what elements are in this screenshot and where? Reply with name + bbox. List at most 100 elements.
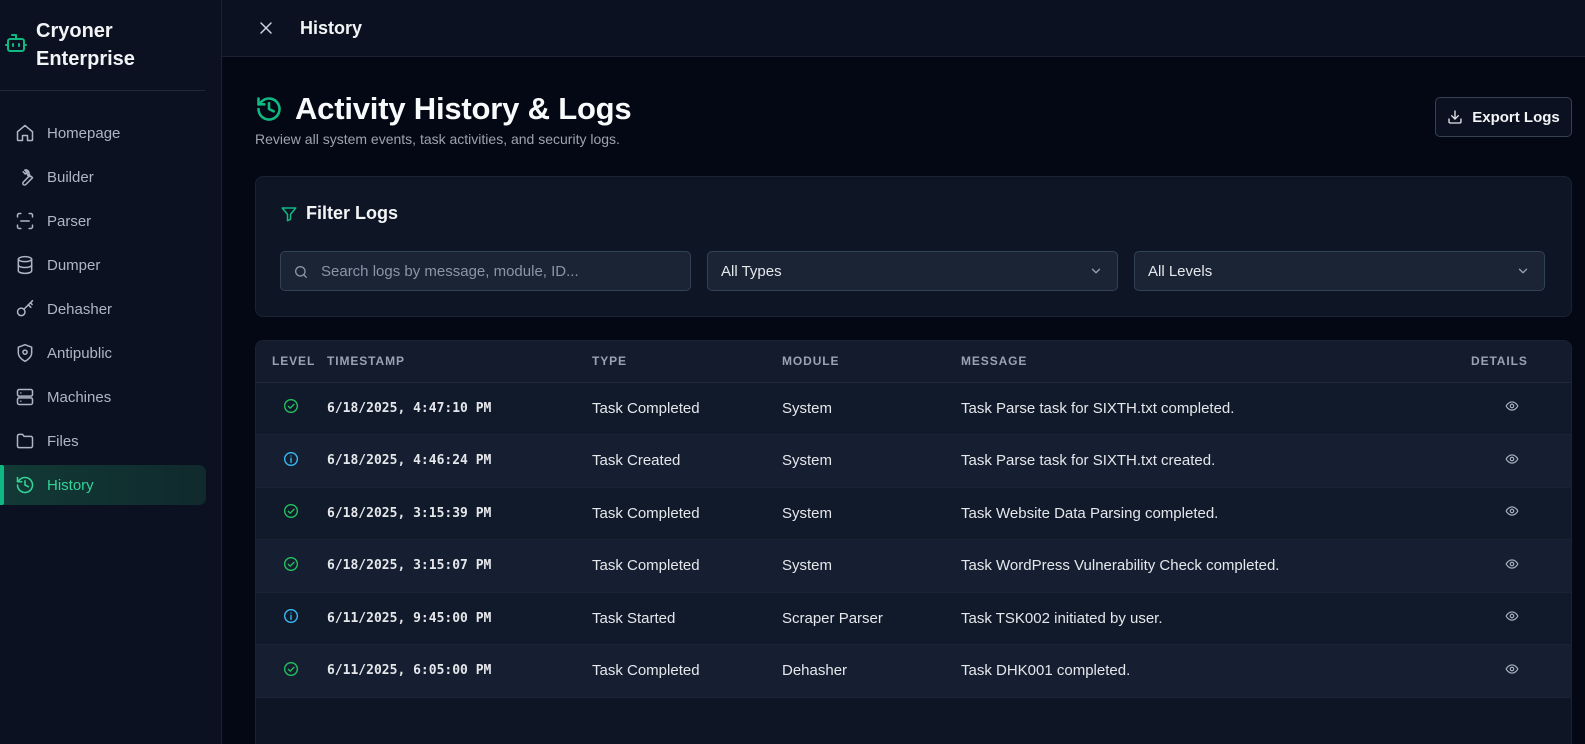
timestamp-cell: 6/18/2025, 4:47:10 PM — [327, 400, 492, 416]
type-select-value: All Types — [721, 262, 782, 280]
eye-icon[interactable] — [1505, 504, 1519, 518]
eye-icon[interactable] — [1505, 557, 1519, 571]
bot-icon — [4, 31, 28, 55]
table-row[interactable]: 6/18/2025, 3:15:07 PM Task Completed Sys… — [256, 539, 1571, 593]
shield-icon — [15, 343, 35, 363]
page-title: Activity History & Logs — [295, 91, 632, 126]
type-cell: Task Started — [592, 609, 676, 627]
level-cell — [256, 382, 327, 435]
server-icon — [15, 387, 35, 407]
sidebar-item-label: Dehasher — [47, 300, 113, 318]
type-cell: Task Completed — [592, 557, 700, 575]
details-cell — [1471, 382, 1571, 435]
sidebar-item-label: Builder — [47, 168, 94, 186]
topbar: History — [222, 0, 1585, 57]
sidebar-item-parser[interactable]: Parser — [0, 201, 206, 241]
chevron-down-icon — [1089, 264, 1103, 278]
wrench-icon — [15, 167, 35, 187]
sidebar-item-label: Files — [47, 432, 79, 450]
header-module[interactable]: MODULE — [782, 341, 961, 383]
table-row[interactable]: 6/11/2025, 6:05:00 PM Task Completed Deh… — [256, 644, 1571, 698]
logs-table-card: LEVEL TIMESTAMP TYPE MODULE MESSAGE DETA… — [255, 340, 1572, 744]
page-subtitle: Review all system events, task activitie… — [255, 131, 620, 147]
sidebar-item-homepage[interactable]: Homepage — [0, 113, 206, 153]
sidebar-item-dehasher[interactable]: Dehasher — [0, 289, 206, 329]
export-logs-label: Export Logs — [1472, 108, 1560, 126]
module-cell: System — [782, 557, 833, 575]
level-cell — [256, 435, 327, 488]
info-icon — [283, 608, 299, 624]
timestamp-cell: 6/11/2025, 9:45:00 PM — [327, 610, 492, 626]
info-icon — [283, 451, 299, 467]
history-icon — [15, 475, 35, 495]
module-cell: Dehasher — [782, 662, 848, 680]
home-icon — [15, 123, 35, 143]
timestamp-cell: 6/18/2025, 4:46:24 PM — [327, 453, 492, 469]
eye-icon[interactable] — [1505, 662, 1519, 676]
timestamp-cell: 6/18/2025, 3:15:39 PM — [327, 505, 492, 521]
module-cell: System — [782, 452, 833, 470]
details-cell — [1471, 645, 1571, 698]
type-select[interactable]: All Types — [707, 251, 1118, 291]
main-panel: History Activity History & Logs Review a… — [222, 0, 1585, 744]
level-cell — [256, 540, 327, 593]
eye-icon[interactable] — [1505, 609, 1519, 623]
sidebar-item-files[interactable]: Files — [0, 421, 206, 461]
eye-icon[interactable] — [1505, 399, 1519, 413]
scan-icon — [15, 211, 35, 231]
module-cell: System — [782, 504, 833, 522]
sidebar-item-label: Machines — [47, 388, 112, 406]
table-row[interactable]: 6/18/2025, 4:46:24 PM Task Created Syste… — [256, 434, 1571, 488]
download-icon — [1447, 109, 1463, 125]
sidebar-item-history[interactable]: History — [0, 465, 206, 505]
message-cell: Task WordPress Vulnerability Check compl… — [961, 557, 1280, 575]
brand: Cryoner Enterprise — [0, 0, 205, 91]
message-cell: Task Website Data Parsing completed. — [961, 504, 1219, 522]
sidebar-nav: Homepage Builder Parser Dumper Dehasher … — [0, 91, 221, 505]
logs-table: LEVEL TIMESTAMP TYPE MODULE MESSAGE DETA… — [256, 341, 1571, 698]
chevron-down-icon — [1516, 264, 1530, 278]
level-cell — [256, 592, 327, 645]
header-details: DETAILS — [1471, 341, 1571, 383]
module-cell: System — [782, 399, 833, 417]
filter-icon — [280, 205, 298, 223]
sidebar-item-builder[interactable]: Builder — [0, 157, 206, 197]
details-cell — [1471, 592, 1571, 645]
check-circle-icon — [283, 556, 299, 572]
sidebar-item-label: Dumper — [47, 256, 101, 274]
details-cell — [1471, 540, 1571, 593]
type-cell: Task Completed — [592, 504, 700, 522]
header-level[interactable]: LEVEL — [256, 341, 327, 383]
filter-title-row: Filter Logs — [280, 203, 1547, 224]
page-content: Activity History & Logs Review all syste… — [222, 57, 1585, 744]
table-row[interactable]: 6/18/2025, 3:15:39 PM Task Completed Sys… — [256, 487, 1571, 540]
sidebar-item-machines[interactable]: Machines — [0, 377, 206, 417]
eye-icon[interactable] — [1505, 452, 1519, 466]
level-select-value: All Levels — [1148, 262, 1213, 280]
sidebar-item-label: History — [47, 476, 94, 494]
check-circle-icon — [283, 661, 299, 677]
timestamp-cell: 6/18/2025, 3:15:07 PM — [327, 558, 492, 574]
filter-title: Filter Logs — [306, 203, 399, 223]
topbar-title: History — [300, 17, 363, 38]
search-icon — [293, 264, 309, 280]
header-timestamp[interactable]: TIMESTAMP — [327, 341, 592, 383]
key-icon — [15, 299, 35, 319]
close-icon[interactable] — [256, 18, 276, 38]
check-circle-icon — [283, 398, 299, 414]
header-type[interactable]: TYPE — [592, 341, 782, 383]
app-root: Cryoner Enterprise Homepage Builder Pars… — [0, 0, 1585, 744]
sidebar-item-dumper[interactable]: Dumper — [0, 245, 206, 285]
table-row[interactable]: 6/18/2025, 4:47:10 PM Task Completed Sys… — [256, 382, 1571, 435]
search-input[interactable] — [281, 252, 690, 290]
brand-name: Cryoner Enterprise — [36, 20, 135, 70]
details-cell — [1471, 487, 1571, 540]
export-logs-button[interactable]: Export Logs — [1435, 97, 1572, 137]
check-circle-icon — [283, 503, 299, 519]
level-select[interactable]: All Levels — [1134, 251, 1545, 291]
table-row[interactable]: 6/11/2025, 9:45:00 PM Task Started Scrap… — [256, 592, 1571, 645]
search-box — [280, 251, 691, 291]
header-message[interactable]: MESSAGE — [961, 341, 1471, 383]
sidebar-item-antipublic[interactable]: Antipublic — [0, 333, 206, 373]
table-header-row: LEVEL TIMESTAMP TYPE MODULE MESSAGE DETA… — [256, 341, 1571, 383]
